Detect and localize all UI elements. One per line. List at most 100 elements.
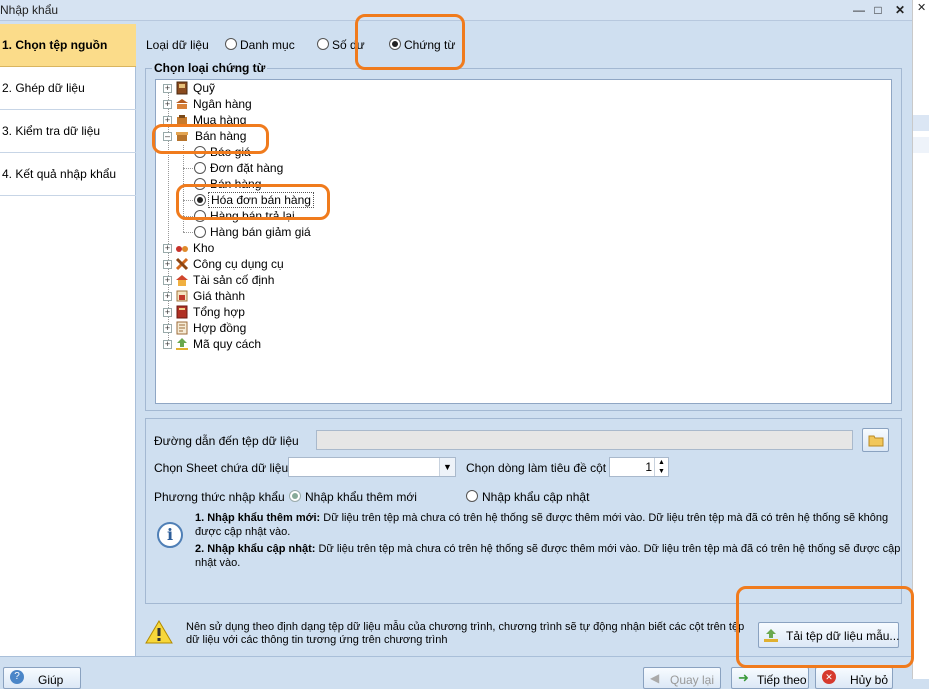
tree-node-label: Ngân hàng — [193, 97, 252, 111]
window-title: Nhập khẩu — [0, 3, 59, 17]
note2-title: 2. Nhập khẩu cập nhật: — [195, 543, 316, 555]
help-icon: ? — [10, 670, 24, 684]
radio-import-update[interactable] — [466, 490, 478, 502]
cancel-button[interactable]: ✕ Hủy bỏ — [815, 667, 893, 689]
tree-node-ma-quy-cach[interactable]: + Mã quy cách — [156, 336, 456, 352]
hint-line1: Nên sử dụng theo định dạng tệp dữ liệu m… — [186, 621, 745, 633]
file-path-input[interactable] — [316, 430, 853, 450]
tree-node-label: Quỹ — [193, 81, 216, 95]
tree-node-label: Giá thành — [193, 289, 246, 303]
tree-node-tong-hop[interactable]: + Tổng hợp — [156, 304, 456, 320]
main-panel: Loại dữ liệu Danh mục Số dư Chứng từ Chọ… — [137, 24, 912, 656]
warning-icon — [145, 620, 173, 644]
radio-danh-muc-label[interactable]: Danh mục — [240, 38, 295, 52]
tree-node-gia-thanh[interactable]: + Giá thành — [156, 288, 456, 304]
step-import-result[interactable]: 4. Kết quả nhập khẩu — [0, 153, 136, 196]
data-type-label: Loại dữ liệu — [146, 38, 209, 52]
note2-text: Dữ liệu trên tệp mà chưa có trên hệ thốn… — [318, 543, 901, 555]
highlight-ban-hang — [152, 124, 269, 154]
tree-child-hang-ban-giam-gia[interactable]: Hàng bán giảm giá — [194, 224, 394, 240]
tree-node-label: Hợp đồng — [193, 321, 247, 335]
next-label: Tiếp theo — [757, 673, 807, 687]
radio-don-dat-hang[interactable] — [194, 162, 206, 174]
cashbox-icon — [176, 81, 188, 95]
radio-import-new[interactable] — [289, 490, 301, 502]
radio-danh-muc[interactable] — [225, 38, 237, 50]
voucher-type-group-title: Chọn loại chứng từ — [152, 61, 268, 75]
tree-child-don-dat-hang[interactable]: Đơn đặt hàng — [194, 160, 394, 176]
note1-line1: 1. Nhập khẩu thêm mới: Dữ liệu trên tệp … — [195, 512, 888, 524]
tree-node-label: Mã quy cách — [193, 337, 262, 351]
expand-icon[interactable]: + — [163, 324, 172, 333]
tree-node-cong-cu[interactable]: + Công cụ dụng cụ — [156, 256, 456, 272]
header-row-stepper[interactable]: 1 ▲ ▼ — [609, 457, 669, 477]
close-icon[interactable]: ✕ — [893, 3, 907, 17]
tree-child-label: Đơn đặt hàng — [210, 161, 284, 175]
sheet-select[interactable]: ▼ — [288, 457, 456, 477]
browse-button[interactable] — [862, 428, 889, 452]
expand-icon[interactable]: + — [163, 100, 172, 109]
tree-node-quy[interactable]: + Quỹ — [156, 80, 456, 96]
expand-icon[interactable]: + — [163, 260, 172, 269]
radio-import-new-label[interactable]: Nhập khẩu thêm mới — [305, 490, 417, 504]
expand-icon[interactable]: + — [163, 292, 172, 301]
tree-node-kho[interactable]: + Kho — [156, 240, 456, 256]
background-close-icon: ✕ — [917, 2, 927, 14]
expand-icon[interactable]: + — [163, 244, 172, 253]
arrow-left-icon: ◀ — [650, 671, 660, 685]
step-choose-source[interactable]: 1. Chọn tệp nguồn — [0, 24, 136, 67]
help-label: Giúp — [38, 673, 64, 687]
tree-node-ngan-hang[interactable]: + Ngân hàng — [156, 96, 456, 112]
voucher-type-group: Chọn loại chứng từ + Quỹ + Ngân hàng + M… — [145, 61, 902, 411]
step-map-data[interactable]: 2. Ghép dữ liệu — [0, 67, 136, 110]
tree-node-label: Tài sản cố định — [193, 273, 275, 287]
note2-line2: nhật vào. — [195, 557, 241, 569]
back-label: Quay lại — [670, 673, 715, 687]
expand-icon[interactable]: + — [163, 308, 172, 317]
highlight-hoa-don — [176, 184, 330, 220]
next-button[interactable]: ➜ Tiếp theo — [731, 667, 809, 689]
note2-line1: 2. Nhập khẩu cập nhật: Dữ liệu trên tệp … — [195, 543, 900, 555]
note1-line2: được cập nhật vào. — [195, 526, 291, 538]
arrow-right-icon: ➜ — [738, 670, 749, 685]
tree-node-label: Kho — [193, 241, 215, 255]
cost-icon — [176, 290, 188, 302]
background-row — [913, 115, 929, 131]
highlight-download-template — [736, 586, 914, 668]
tree-child-label: Hàng bán giảm giá — [210, 225, 311, 239]
radio-hang-ban-giam-gia[interactable] — [194, 226, 206, 238]
step-check-data[interactable]: 3. Kiểm tra dữ liệu — [0, 110, 136, 153]
fixed-asset-icon — [176, 275, 188, 286]
cancel-label: Hủy bỏ — [850, 673, 889, 687]
chevron-down-icon[interactable]: ▼ — [439, 458, 455, 476]
bank-icon — [176, 99, 188, 109]
header-row-value: 1 — [645, 460, 652, 474]
tools-icon — [175, 257, 189, 271]
cancel-icon: ✕ — [822, 670, 836, 684]
stepper-up-icon[interactable]: ▲ — [654, 458, 668, 467]
header-row-label: Chọn dòng làm tiêu đề cột — [466, 461, 607, 475]
help-button[interactable]: ? Giúp — [3, 667, 81, 689]
expand-icon[interactable]: + — [163, 84, 172, 93]
sheet-label: Chọn Sheet chứa dữ liệu — [154, 461, 289, 475]
tree-node-hop-dong[interactable]: + Hợp đồng — [156, 320, 456, 336]
background-row — [913, 137, 929, 153]
back-button[interactable]: ◀ Quay lại — [643, 667, 721, 689]
radio-import-update-label[interactable]: Nhập khẩu cập nhật — [482, 490, 589, 504]
contract-icon — [176, 321, 188, 335]
stepper-down-icon[interactable]: ▼ — [654, 467, 668, 476]
import-method-label: Phương thức nhập khẩu — [154, 490, 285, 504]
maximize-icon[interactable]: □ — [871, 3, 885, 17]
radio-so-du[interactable] — [317, 38, 329, 50]
tree-node-label: Công cụ dụng cụ — [193, 257, 284, 271]
spec-code-icon — [176, 338, 188, 350]
folder-icon — [868, 435, 884, 447]
tree-node-label: Tổng hợp — [193, 305, 245, 319]
expand-icon[interactable]: + — [163, 340, 172, 349]
info-icon: i — [157, 522, 183, 548]
steps-sidebar: 1. Chọn tệp nguồn 2. Ghép dữ liệu 3. Kiể… — [0, 24, 136, 656]
tree-node-tai-san[interactable]: + Tài sản cố định — [156, 272, 456, 288]
minimize-icon[interactable]: — — [852, 3, 866, 17]
file-settings-group: Đường dẫn đến tệp dữ liệu Chọn Sheet chứ… — [145, 418, 902, 604]
expand-icon[interactable]: + — [163, 276, 172, 285]
